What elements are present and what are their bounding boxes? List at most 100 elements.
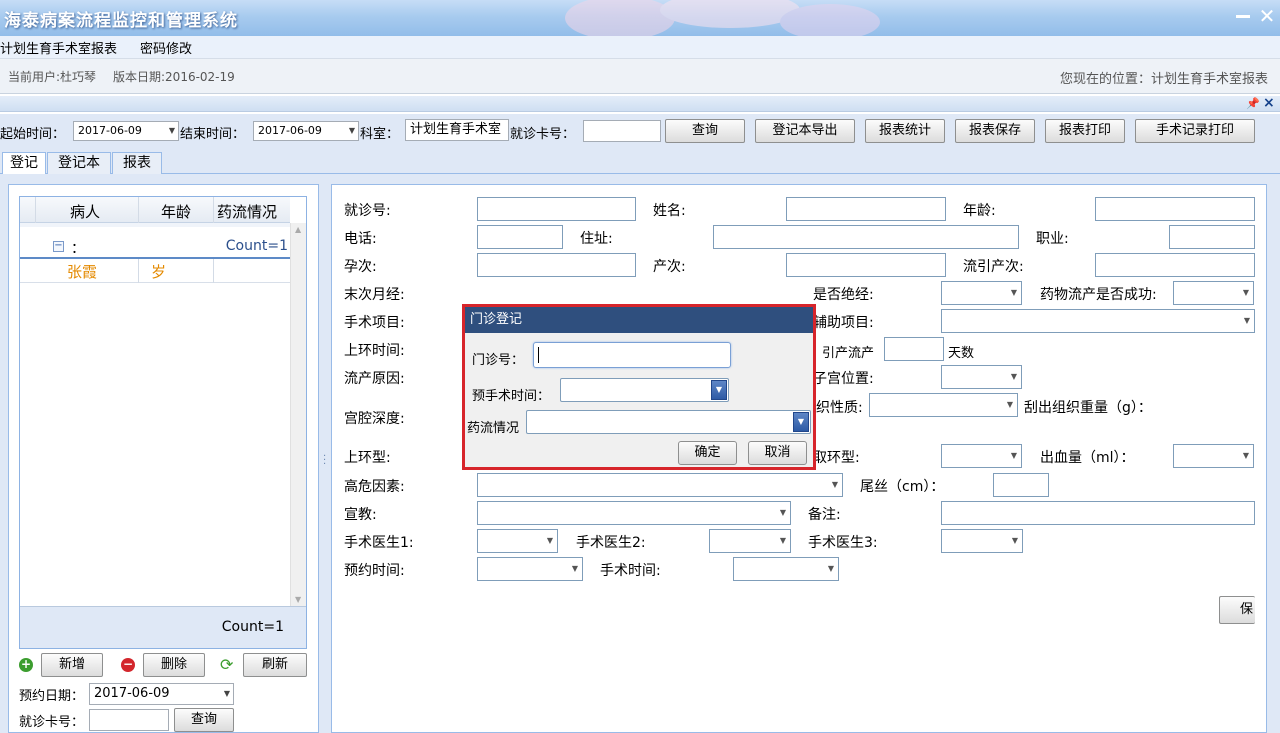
query-button[interactable]: 查询 <box>665 119 745 143</box>
gravidity-label: 孕次: <box>344 259 377 275</box>
add-button[interactable]: 新增 <box>41 653 103 677</box>
column-divider <box>35 197 36 223</box>
uterus-position-select[interactable]: ▼ <box>941 365 1022 389</box>
gravidity-input[interactable] <box>477 253 636 277</box>
grid-footer: Count=1 <box>20 606 306 648</box>
report-save-button[interactable]: 报表保存 <box>955 119 1035 143</box>
start-date-picker[interactable]: 2017-06-09 ▼ <box>73 121 179 141</box>
column-age[interactable]: 年龄 <box>161 201 191 222</box>
days-input[interactable] <box>884 337 944 361</box>
parity-input[interactable] <box>786 253 946 277</box>
card-no-input[interactable] <box>583 120 661 142</box>
ok-button[interactable]: 确定 <box>678 441 737 465</box>
induced-abortion-label: 引产流产 <box>822 346 875 361</box>
tail-wire-label: 尾丝（cm）： <box>860 479 945 495</box>
cancel-button[interactable]: 取消 <box>748 441 807 465</box>
high-risk-label: 高危因素: <box>344 479 405 495</box>
add-icon[interactable]: + <box>19 658 33 672</box>
age-input[interactable] <box>1095 197 1255 221</box>
blood-loss-label: 出血量（ml）： <box>1040 450 1135 466</box>
booking-date-picker[interactable]: 2017-06-09 ▼ <box>89 683 234 705</box>
pin-icon[interactable]: 📌 <box>1246 97 1260 110</box>
address-input[interactable] <box>713 225 1019 249</box>
tissue-nature-select[interactable]: ▼ <box>869 393 1018 417</box>
remarks-input[interactable] <box>941 501 1255 525</box>
panel-close-icon[interactable]: × <box>1263 95 1275 111</box>
doctor3-select[interactable]: ▼ <box>941 529 1023 553</box>
tissue-nature-label: 织性质: <box>816 400 863 416</box>
close-icon[interactable]: ✕ <box>1257 5 1277 27</box>
menu-item-password[interactable]: 密码修改 <box>140 38 192 57</box>
visit-no-input[interactable] <box>477 197 636 221</box>
chevron-down-icon[interactable]: ▼ <box>793 412 809 432</box>
booking-query-button[interactable]: 查询 <box>174 708 234 732</box>
column-patient[interactable]: 病人 <box>70 201 100 222</box>
delete-icon[interactable]: − <box>121 658 135 672</box>
pre-op-time-picker[interactable]: ▼ <box>560 378 729 402</box>
surgery-time-picker[interactable]: ▼ <box>733 557 839 581</box>
med-success-select[interactable]: ▼ <box>1173 281 1254 305</box>
app-title: 海泰病案流程监控和管理系统 <box>4 11 238 31</box>
tab-report[interactable]: 报表 <box>112 152 162 174</box>
chevron-down-icon: ▼ <box>1243 316 1250 325</box>
menu-item-report[interactable]: 计划生育手术室报表 <box>0 38 117 57</box>
scroll-up-icon[interactable]: ▲ <box>295 225 301 234</box>
menopause-select[interactable]: ▼ <box>941 281 1022 305</box>
tab-register[interactable]: 登记 <box>2 152 46 175</box>
booking-date-label: 预约日期： <box>19 689 85 704</box>
refresh-button[interactable]: 刷新 <box>243 653 307 677</box>
chevron-down-icon: ▼ <box>1242 288 1249 297</box>
chevron-down-icon: ▼ <box>1006 400 1013 409</box>
iud-time-label: 上环时间: <box>344 343 405 359</box>
chevron-down-icon: ▼ <box>827 564 834 573</box>
clinic-no-input[interactable] <box>533 342 731 368</box>
group-row[interactable]: − ： Count=1 <box>20 227 290 259</box>
phone-input[interactable] <box>477 225 563 249</box>
aux-item-select[interactable]: ▼ <box>941 309 1255 333</box>
chevron-down-icon: ▼ <box>831 480 838 489</box>
table-row[interactable]: 张霞 岁 <box>20 259 290 283</box>
scroll-down-icon[interactable]: ▼ <box>295 595 301 604</box>
start-time-label: 起始时间： <box>0 127 66 142</box>
blood-loss-select[interactable]: ▼ <box>1173 444 1254 468</box>
card-no-label: 就诊卡号： <box>510 127 576 142</box>
appointment-time-picker[interactable]: ▼ <box>477 557 583 581</box>
tab-strip: 登记 登记本 报表 <box>0 150 1280 175</box>
minimize-icon[interactable] <box>1236 6 1252 26</box>
visit-no-label: 就诊号: <box>344 203 391 219</box>
delete-button[interactable]: 删除 <box>143 653 205 677</box>
education-select[interactable]: ▼ <box>477 501 791 525</box>
save-button[interactable]: 保 <box>1219 596 1255 624</box>
column-divider <box>138 259 139 283</box>
iud-removal-label: 取环型: <box>813 450 860 466</box>
remarks-label: 备注: <box>808 507 841 523</box>
chevron-down-icon: ▼ <box>779 508 786 517</box>
med-status-select[interactable]: ▼ <box>526 410 811 434</box>
dept-field[interactable]: 计划生育手术室 <box>405 119 509 141</box>
column-divider <box>138 197 139 223</box>
booking-card-input[interactable] <box>89 709 169 731</box>
parity-label: 产次: <box>653 259 686 275</box>
grid-scrollbar[interactable]: ▲ ▼ <box>290 223 306 606</box>
induced-count-input[interactable] <box>1095 253 1255 277</box>
chevron-down-icon[interactable]: ▼ <box>711 380 727 400</box>
footer-count: Count=1 <box>221 619 284 635</box>
end-date-picker[interactable]: 2017-06-09 ▼ <box>253 121 359 141</box>
tail-wire-input[interactable] <box>993 473 1049 497</box>
doctor1-select[interactable]: ▼ <box>477 529 558 553</box>
collapse-icon[interactable]: − <box>53 241 64 252</box>
high-risk-select[interactable]: ▼ <box>477 473 843 497</box>
register-export-button[interactable]: 登记本导出 <box>755 119 855 143</box>
splitter-handle[interactable]: · · · <box>323 452 327 471</box>
tab-register-book[interactable]: 登记本 <box>47 152 111 174</box>
doctor2-select[interactable]: ▼ <box>709 529 791 553</box>
refresh-icon[interactable]: ⟳ <box>220 655 233 674</box>
occupation-input[interactable] <box>1169 225 1255 249</box>
column-divider <box>213 259 214 283</box>
name-input[interactable] <box>786 197 946 221</box>
iud-removal-select[interactable]: ▼ <box>941 444 1022 468</box>
column-med[interactable]: 药流情况 <box>217 201 277 222</box>
report-stats-button[interactable]: 报表统计 <box>865 119 945 143</box>
surgery-record-print-button[interactable]: 手术记录打印 <box>1135 119 1255 143</box>
report-print-button[interactable]: 报表打印 <box>1045 119 1125 143</box>
